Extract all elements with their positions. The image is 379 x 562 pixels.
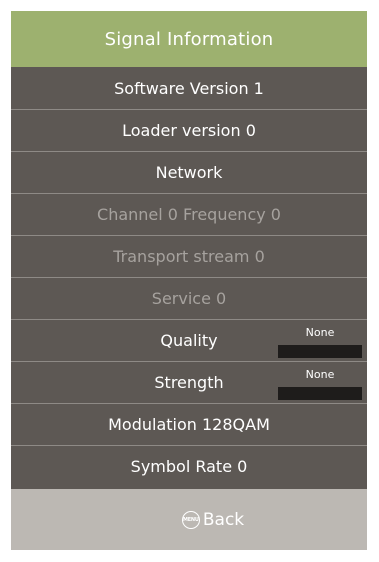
quality-meter: None xyxy=(278,326,362,358)
row-loader-version: Loader version 0 xyxy=(11,109,367,151)
row-network: Network xyxy=(11,151,367,193)
row-software-version: Software Version 1 xyxy=(114,78,264,98)
back-label: Back xyxy=(202,509,245,530)
menu-icon: MENU xyxy=(181,510,200,529)
quality-label: Quality xyxy=(160,331,218,350)
panel-footer: MENU Back xyxy=(11,489,367,550)
back-button[interactable]: MENU Back xyxy=(181,509,245,530)
strength-meter-bar xyxy=(278,387,362,400)
strength-meter: None xyxy=(278,368,362,400)
row-symbol-rate: Symbol Rate 0 xyxy=(11,445,367,487)
strength-meter-value: None xyxy=(305,368,335,381)
strength-label: Strength xyxy=(154,373,224,392)
row-strength: Strength None xyxy=(11,361,367,403)
signal-information-panel: Signal Information Software Version 1 Lo… xyxy=(11,11,367,550)
quality-meter-value: None xyxy=(305,326,335,339)
quality-meter-bar xyxy=(278,345,362,358)
panel-title: Signal Information xyxy=(11,11,367,67)
row-modulation: Modulation 128QAM xyxy=(11,403,367,445)
row-channel-frequency: Channel 0 Frequency 0 xyxy=(11,193,367,235)
row-transport-stream: Transport stream 0 xyxy=(11,235,367,277)
row-quality: Quality None xyxy=(11,319,367,361)
row-service: Service 0 xyxy=(11,277,367,319)
